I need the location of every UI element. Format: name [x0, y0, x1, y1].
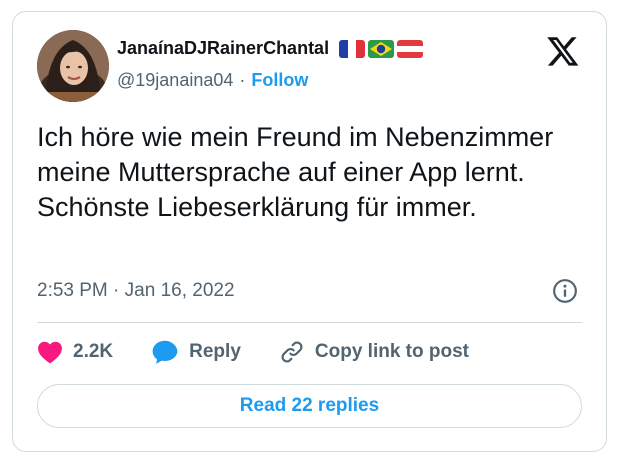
tweet-date: Jan 16, 2022: [124, 280, 235, 301]
flags-group: [339, 39, 424, 58]
author-display-name[interactable]: JanaínaDJRainerChantal: [117, 38, 329, 59]
tweet-timestamp[interactable]: 2:53 PM · Jan 16, 2022: [37, 280, 235, 302]
link-icon: [281, 341, 303, 363]
reply-label: Reply: [189, 341, 241, 362]
copy-link-label: Copy link to post: [314, 341, 469, 362]
author-handle[interactable]: @19janaina04: [117, 70, 233, 91]
handle-separator: ·: [239, 70, 246, 90]
france-flag-icon: [339, 39, 366, 58]
follow-button[interactable]: Follow: [251, 70, 308, 91]
divider: [37, 322, 582, 323]
likes-count: 2.2K: [73, 341, 114, 362]
tweet-text: Ich höre wie mein Freund im Nebenzimmer …: [37, 122, 554, 222]
like-button[interactable]: 2.2K: [37, 340, 113, 364]
author-name-row: JanaínaDJRainerChantal: [117, 38, 424, 59]
actions-row: 2.2K Reply Copy link to post: [37, 338, 507, 366]
info-icon[interactable]: [552, 278, 578, 304]
avatar[interactable]: [37, 30, 109, 102]
x-logo-icon[interactable]: [546, 34, 580, 68]
austria-flag-icon: [397, 39, 424, 58]
reply-bubble-icon: [152, 340, 178, 364]
heart-icon: [38, 341, 62, 364]
author-handle-row: @19janaina04 · Follow: [117, 70, 308, 91]
meta-separator: ·: [113, 280, 120, 301]
tweet-card: JanaínaDJRainerChantal @19janaina04 · Fo…: [12, 11, 607, 452]
read-replies-button[interactable]: Read 22 replies: [37, 384, 582, 428]
reply-button[interactable]: Reply: [151, 339, 241, 365]
copy-link-button[interactable]: Copy link to post: [279, 339, 469, 365]
brazil-flag-icon: [368, 39, 395, 58]
tweet-time: 2:53 PM: [37, 280, 108, 301]
